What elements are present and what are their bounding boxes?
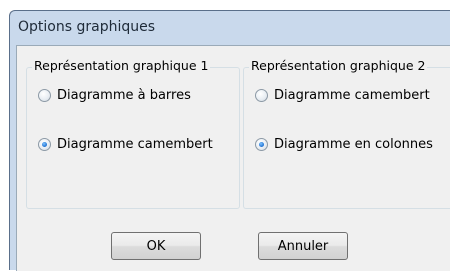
radio-option-pie-chart[interactable]: Diagramme camembert [38,137,213,152]
radio-button-checked-icon[interactable] [38,138,51,151]
cancel-button[interactable]: Annuler [258,232,348,260]
group-representation-1: Représentation graphique 1 Diagramme à b… [26,58,240,209]
dialog-content: Représentation graphique 1 Diagramme à b… [16,45,450,271]
radio-option-column-chart[interactable]: Diagramme en colonnes [255,137,433,152]
group-1-legend: Représentation graphique 1 [32,58,211,73]
radio-button-icon[interactable] [255,89,268,102]
ok-button[interactable]: OK [111,232,201,260]
options-dialog: Options graphiques Représentation graphi… [9,10,450,271]
radio-label: Diagramme camembert [274,88,430,103]
group-2-legend: Représentation graphique 2 [249,58,428,73]
radio-label: Diagramme à barres [57,88,191,103]
radio-label: Diagramme camembert [57,137,213,152]
dialog-title: Options graphiques [18,19,156,35]
group-representation-2: Représentation graphique 2 Diagramme cam… [243,58,450,209]
radio-option-pie-chart-2[interactable]: Diagramme camembert [255,88,430,103]
radio-label: Diagramme en colonnes [274,137,433,152]
radio-button-checked-icon[interactable] [255,138,268,151]
radio-option-bar-chart[interactable]: Diagramme à barres [38,88,191,103]
radio-button-icon[interactable] [38,89,51,102]
